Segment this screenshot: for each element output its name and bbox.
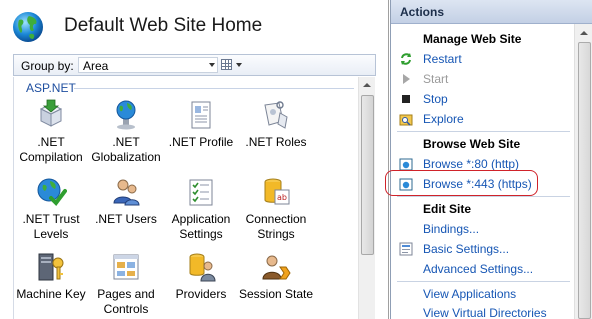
basic-settings-icon [399, 242, 413, 256]
advanced-settings-link[interactable]: Advanced Settings... [423, 262, 533, 276]
feature-label: .NET Users [95, 212, 157, 226]
feature-application-settings[interactable]: Application Settings [161, 176, 241, 242]
actions-scrollbar[interactable] [574, 24, 592, 319]
compilation-icon [39, 99, 63, 127]
feature-net-globalization[interactable]: .NET Globalization [86, 99, 166, 165]
feature-net-trust-levels[interactable]: .NET Trust Levels [14, 176, 91, 242]
scroll-up-arrow-icon[interactable] [359, 77, 375, 93]
scroll-thumb[interactable] [578, 42, 591, 319]
section-title-aspnet: ASP.NET [26, 81, 76, 95]
feature-list-scrollbar[interactable] [358, 77, 375, 319]
explore-icon [399, 114, 413, 126]
actions-title: Actions [400, 5, 445, 19]
view-mode-button[interactable] [220, 57, 244, 73]
scroll-up-arrow-icon[interactable] [580, 31, 588, 35]
actions-separator [397, 281, 570, 282]
feature-net-users[interactable]: .NET Users [86, 176, 166, 227]
session-state-icon [262, 255, 291, 280]
globalization-icon [116, 100, 136, 130]
features-pane: Default Web Site Home Group by: Area ASP… [0, 0, 389, 319]
feature-label: .NET Trust Levels [22, 212, 80, 241]
page-title: Default Web Site Home [64, 15, 263, 36]
feature-label: .NET Roles [245, 135, 307, 149]
feature-net-compilation[interactable]: .NET Compilation [14, 99, 91, 165]
feature-label: .NET Profile [168, 135, 234, 149]
feature-net-profile[interactable]: .NET Profile [161, 99, 241, 150]
actions-separator [397, 131, 570, 132]
browse-icon [399, 158, 413, 171]
view-applications-link[interactable]: View Applications [423, 287, 516, 301]
browse-web-site-heading: Browse Web Site [423, 137, 521, 151]
chevron-down-icon [209, 63, 215, 67]
feature-pages-and-controls[interactable]: Pages and Controls [86, 251, 166, 317]
feature-label: .NET Compilation [19, 135, 83, 164]
section-divider [74, 88, 354, 89]
globe-icon [13, 12, 43, 42]
browse-http-link[interactable]: Browse *:80 (http) [423, 157, 519, 171]
actions-pane: Actions Manage Web Site Restart Start St… [385, 0, 592, 319]
trust-levels-icon [37, 178, 67, 207]
providers-icon [189, 253, 216, 282]
feature-label: .NET Globalization [91, 135, 161, 164]
highlight-annotation [385, 170, 538, 196]
feature-label: Connection Strings [245, 212, 307, 241]
start-link[interactable]: Start [423, 72, 448, 86]
start-icon [403, 74, 410, 84]
feature-label: Providers [175, 287, 227, 301]
group-by-value: Area [83, 59, 109, 73]
chevron-down-icon [236, 63, 242, 67]
page-header: Default Web Site Home [0, 0, 389, 52]
connection-strings-icon: ab [264, 178, 290, 205]
feature-label: Application Settings [171, 212, 231, 241]
edit-site-heading: Edit Site [423, 202, 472, 216]
feature-label: Pages and Controls [97, 287, 155, 316]
scroll-thumb[interactable] [361, 95, 374, 255]
svg-text:ab: ab [277, 193, 287, 202]
group-by-label: Group by: [21, 59, 74, 73]
basic-settings-link[interactable]: Basic Settings... [423, 242, 509, 256]
bindings-link[interactable]: Bindings... [423, 222, 479, 236]
feature-providers[interactable]: Providers [161, 251, 241, 302]
icons-view-icon [221, 59, 232, 70]
actions-separator [397, 196, 570, 197]
manage-web-site-heading: Manage Web Site [423, 32, 522, 46]
profile-icon [191, 101, 211, 129]
app-settings-icon [189, 179, 213, 206]
stop-link[interactable]: Stop [423, 92, 448, 106]
restart-link[interactable]: Restart [423, 52, 462, 66]
group-by-bar: Group by: Area [13, 54, 376, 76]
feature-net-roles[interactable]: .NET Roles [236, 99, 316, 150]
pages-controls-icon [113, 254, 139, 280]
feature-machine-key[interactable]: Machine Key [14, 251, 91, 302]
restart-icon [401, 53, 411, 65]
feature-session-state[interactable]: Session State [236, 251, 316, 302]
feature-label: Machine Key [16, 287, 86, 301]
roles-icon [264, 101, 288, 129]
feature-label: Session State [238, 287, 314, 301]
feature-connection-strings[interactable]: ab Connection Strings [236, 176, 316, 242]
group-by-dropdown[interactable]: Area [78, 57, 218, 73]
explore-link[interactable]: Explore [423, 112, 464, 126]
machine-key-icon [38, 253, 64, 281]
view-virtual-directories-link[interactable]: View Virtual Directories [423, 306, 547, 319]
feature-list: ASP.NET .NET Compilation .NET Globalizatio… [13, 77, 358, 319]
stop-icon [402, 95, 410, 103]
actions-header: Actions [391, 0, 592, 24]
users-icon [113, 179, 140, 206]
